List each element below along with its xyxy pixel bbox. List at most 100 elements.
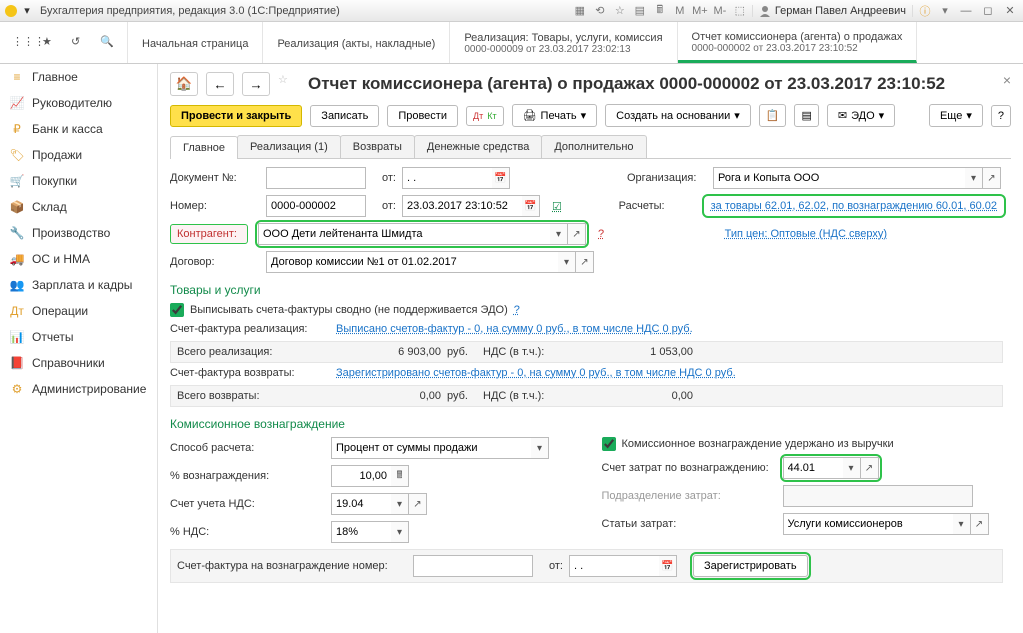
withheld-checkbox[interactable] <box>602 437 616 451</box>
calc-link[interactable]: за товары 62.01, 62.02, по вознаграждени… <box>705 197 1003 215</box>
contr-dropdown-icon[interactable]: ▾ <box>550 223 568 245</box>
nav-icon[interactable]: ⟲ <box>592 3 608 19</box>
history-icon[interactable]: ↺ <box>71 35 86 51</box>
exp-item-open-icon[interactable]: ↗ <box>971 513 989 535</box>
sidebar-item-sales[interactable]: 🏷Продажи <box>0 142 157 168</box>
acc-nds-dropdown-icon[interactable]: ▾ <box>391 493 409 515</box>
sf-real-link[interactable]: Выписано счетов-фактур - 0, на сумму 0 р… <box>336 323 693 335</box>
ftab-extra[interactable]: Дополнительно <box>541 135 646 158</box>
calendar-icon[interactable]: 📅 <box>492 167 510 189</box>
ftab-money[interactable]: Денежные средства <box>414 135 542 158</box>
favorite-star[interactable]: ☆ <box>278 73 300 95</box>
tab-start[interactable]: Начальная страница <box>128 22 263 63</box>
info-icon[interactable]: ⓘ <box>917 3 933 19</box>
close-button[interactable]: ✕ <box>1001 4 1019 18</box>
search-icon[interactable]: 🔍 <box>100 35 115 51</box>
contr-help[interactable]: ? <box>598 228 604 240</box>
price-type-link[interactable]: Тип цен: Оптовые (НДС сверху) <box>725 228 887 240</box>
sf-num-input[interactable] <box>413 555 533 577</box>
back-button[interactable]: ← <box>206 72 234 96</box>
fav-icon[interactable]: ★ <box>42 35 57 51</box>
num-input[interactable] <box>266 195 366 217</box>
sidebar-item-reports[interactable]: 📊Отчеты <box>0 324 157 350</box>
ftab-realization[interactable]: Реализация (1) <box>237 135 341 158</box>
more-button[interactable]: Еще ▾ <box>929 104 983 127</box>
method-dropdown-icon[interactable]: ▾ <box>531 437 549 459</box>
sidebar-item-admin[interactable]: ⚙Администрирование <box>0 376 157 402</box>
pct-input[interactable] <box>331 465 391 487</box>
org-dropdown-icon[interactable]: ▾ <box>965 167 983 189</box>
summary-invoice-help[interactable]: ? <box>514 304 520 316</box>
home-button[interactable]: 🏠 <box>170 72 198 96</box>
contr-open-icon[interactable]: ↗ <box>568 223 586 245</box>
tab-realization-list[interactable]: Реализация (акты, накладные) <box>263 22 450 63</box>
sf-date-input[interactable] <box>569 555 659 577</box>
dropdown-icon[interactable]: ▾ <box>20 4 34 18</box>
calc-icon[interactable]: 🖩 <box>652 3 668 19</box>
exp-item-dropdown-icon[interactable]: ▾ <box>953 513 971 535</box>
attach-button[interactable]: 📋 <box>759 104 787 127</box>
m-icon[interactable]: M <box>672 3 688 19</box>
submit-close-button[interactable]: Провести и закрыть <box>170 105 302 127</box>
forward-button[interactable]: → <box>242 72 270 96</box>
star-icon[interactable]: ☆ <box>612 3 628 19</box>
doc-date-input[interactable] <box>402 167 492 189</box>
sidebar-item-warehouse[interactable]: 📦Склад <box>0 194 157 220</box>
user-block[interactable]: Герман Павел Андреевич <box>752 5 913 17</box>
close-tab-button[interactable]: × <box>1003 72 1011 88</box>
register-button[interactable]: Зарегистрировать <box>693 555 808 577</box>
ftab-returns[interactable]: Возвраты <box>340 135 415 158</box>
sidebar-item-main[interactable]: ≡Главное <box>0 64 157 90</box>
tab-report-doc[interactable]: Отчет комиссионера (агента) о продажах 0… <box>678 22 918 63</box>
mplus-icon[interactable]: M+ <box>692 3 708 19</box>
create-based-button[interactable]: Создать на основании ▾ <box>605 104 751 127</box>
acc-exp-dropdown-icon[interactable]: ▾ <box>843 457 861 479</box>
acc-nds-open-icon[interactable]: ↗ <box>409 493 427 515</box>
org-open-icon[interactable]: ↗ <box>983 167 1001 189</box>
method-input[interactable] <box>331 437 531 459</box>
edo-button[interactable]: ✉ЭДО ▾ <box>827 104 895 127</box>
contract-input[interactable] <box>266 251 558 273</box>
org-input[interactable] <box>713 167 965 189</box>
maximize-button[interactable]: ◻ <box>979 4 997 18</box>
dropdown2-icon[interactable]: ▾ <box>937 3 953 19</box>
grid-icon[interactable]: ▦ <box>572 3 588 19</box>
bell-icon[interactable]: ⬚ <box>732 3 748 19</box>
exp-item-input[interactable] <box>783 513 953 535</box>
submit-button[interactable]: Провести <box>387 105 458 127</box>
contract-open-icon[interactable]: ↗ <box>576 251 594 273</box>
num-date-input[interactable] <box>402 195 522 217</box>
doc-icon[interactable]: ▤ <box>632 3 648 19</box>
minimize-button[interactable]: — <box>957 4 975 18</box>
print-button[interactable]: 🖨Печать ▾ <box>512 104 598 127</box>
status-icon[interactable]: ☑ <box>552 200 562 213</box>
sf-calendar-icon[interactable]: 📅 <box>659 555 677 577</box>
help-button[interactable]: ? <box>991 105 1011 127</box>
nds-pct-dropdown-icon[interactable]: ▾ <box>391 521 409 543</box>
acc-exp-input[interactable] <box>783 457 843 479</box>
sidebar-item-salary[interactable]: 👥Зарплата и кадры <box>0 272 157 298</box>
acc-nds-input[interactable] <box>331 493 391 515</box>
structure-button[interactable]: ▤ <box>794 104 818 127</box>
contract-dropdown-icon[interactable]: ▾ <box>558 251 576 273</box>
contr-input[interactable] <box>258 223 550 245</box>
sidebar-item-bank[interactable]: ₽Банк и касса <box>0 116 157 142</box>
pct-calc-icon[interactable]: 🖩 <box>391 465 409 487</box>
sidebar-item-production[interactable]: 🔧Производство <box>0 220 157 246</box>
nds-pct-input[interactable] <box>331 521 391 543</box>
doc-num-input[interactable] <box>266 167 366 189</box>
summary-invoice-checkbox[interactable] <box>170 303 184 317</box>
sf-ret-link[interactable]: Зарегистрировано счетов-фактур - 0, на с… <box>336 367 736 379</box>
sidebar-item-operations[interactable]: ДтОперации <box>0 298 157 324</box>
sidebar-item-manager[interactable]: 📈Руководителю <box>0 90 157 116</box>
write-button[interactable]: Записать <box>310 105 379 127</box>
sidebar-item-catalogs[interactable]: 📕Справочники <box>0 350 157 376</box>
menu-icon[interactable]: ⋮⋮⋮ <box>12 35 28 51</box>
sidebar-item-assets[interactable]: 🚚ОС и НМА <box>0 246 157 272</box>
sidebar-item-purchases[interactable]: 🛒Покупки <box>0 168 157 194</box>
tab-realization-doc[interactable]: Реализация: Товары, услуги, комиссия 000… <box>450 22 677 63</box>
debit-credit-button[interactable]: ДтКт <box>466 106 504 126</box>
ftab-main[interactable]: Главное <box>170 136 238 159</box>
acc-exp-open-icon[interactable]: ↗ <box>861 457 879 479</box>
num-calendar-icon[interactable]: 📅 <box>522 195 540 217</box>
